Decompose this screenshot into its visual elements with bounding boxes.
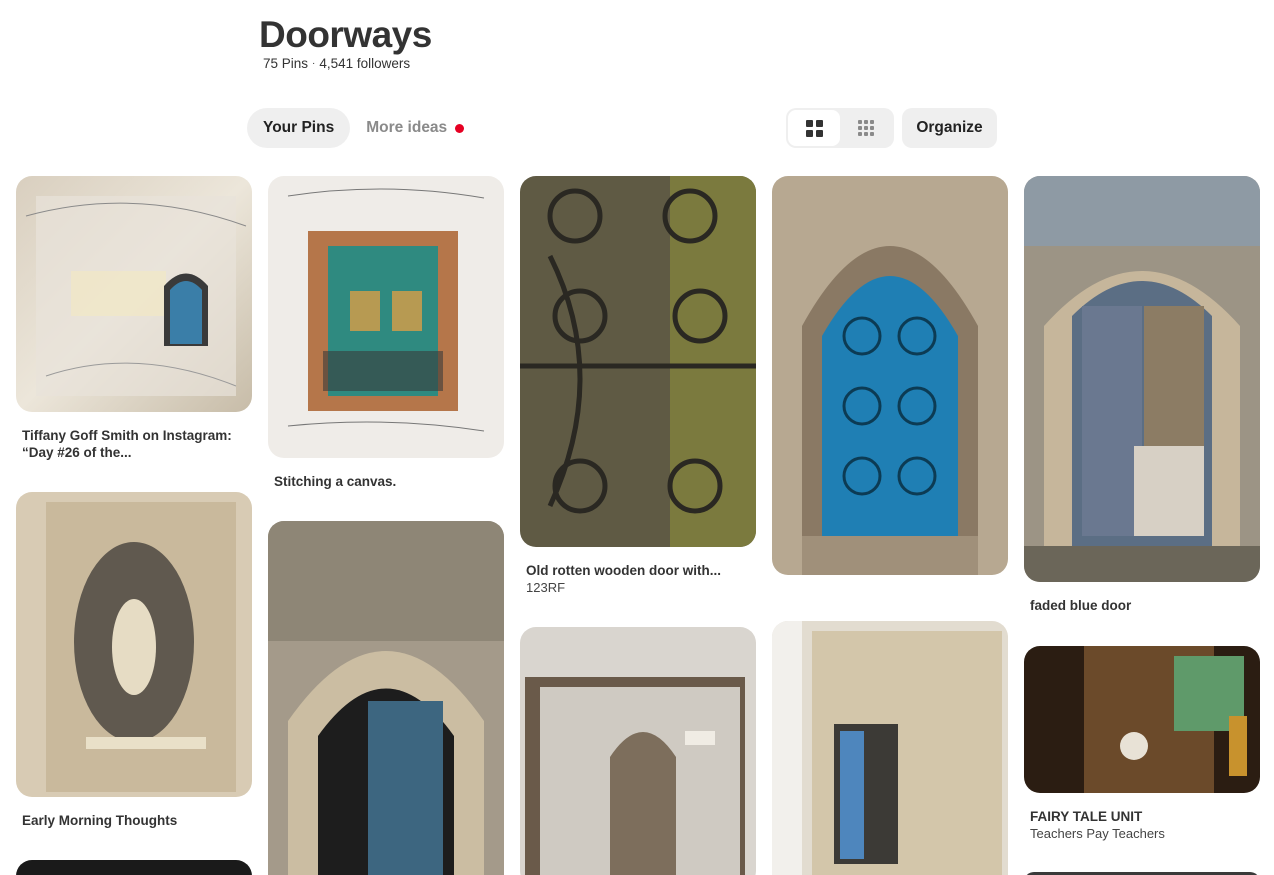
pin-image[interactable]: [772, 621, 1008, 875]
view-toggle: [786, 108, 894, 148]
board-meta: 75 Pins · 4,541 followers: [263, 56, 410, 71]
notification-dot: [455, 123, 465, 133]
pin-source[interactable]: Teachers Pay Teachers: [1024, 825, 1260, 842]
pin-card[interactable]: [772, 176, 1008, 575]
pin-image[interactable]: [520, 176, 756, 547]
pin-card[interactable]: Stitching a canvas.: [268, 176, 504, 490]
followers-count[interactable]: 4,541 followers: [319, 56, 410, 71]
tab-more-ideas[interactable]: More ideas: [350, 108, 474, 148]
pin-card[interactable]: faded blue door: [1024, 176, 1260, 614]
pin-image[interactable]: [268, 521, 504, 875]
pin-image[interactable]: [772, 176, 1008, 575]
pin-title[interactable]: Stitching a canvas.: [268, 473, 504, 490]
pin-image[interactable]: [1024, 646, 1260, 793]
organize-button[interactable]: Organize: [902, 108, 997, 148]
pin-image[interactable]: [16, 176, 252, 412]
pin-card[interactable]: [520, 627, 756, 875]
pin-card[interactable]: [268, 521, 504, 875]
compact-view-button[interactable]: [840, 110, 892, 146]
pin-title[interactable]: Old rotten wooden door with...: [520, 562, 756, 579]
tab-your-pins-label: Your Pins: [263, 119, 335, 136]
meta-separator: ·: [312, 58, 316, 69]
pin-title[interactable]: faded blue door: [1024, 597, 1260, 614]
pin-card[interactable]: Early Morning Thoughts: [16, 492, 252, 829]
pins-count: 75 Pins: [263, 56, 309, 71]
pin-title[interactable]: Tiffany Goff Smith on Instagram: “Day #2…: [16, 427, 252, 461]
pin-title[interactable]: FAIRY TALE UNIT: [1024, 808, 1260, 825]
grid-large-icon: [805, 119, 823, 137]
pin-source[interactable]: 123RF: [520, 579, 756, 596]
pin-image[interactable]: [1024, 176, 1260, 582]
pin-card[interactable]: Tiffany Goff Smith on Instagram: “Day #2…: [16, 176, 252, 461]
board-tabs: Your Pins More ideas: [247, 108, 474, 148]
pin-title[interactable]: Early Morning Thoughts: [16, 812, 252, 829]
pin-image[interactable]: [16, 860, 252, 875]
pin-card[interactable]: FAIRY TALE UNIT Teachers Pay Teachers: [1024, 646, 1260, 842]
pin-card[interactable]: [16, 860, 252, 875]
pin-card[interactable]: Old rotten wooden door with... 123RF: [520, 176, 756, 596]
pin-image[interactable]: [16, 492, 252, 797]
pin-card[interactable]: [772, 621, 1008, 875]
tab-more-ideas-label: More ideas: [366, 119, 448, 136]
default-view-button[interactable]: [788, 110, 840, 146]
grid-small-icon: [858, 120, 874, 136]
pin-image[interactable]: [268, 176, 504, 458]
board-title: Doorways: [259, 14, 432, 55]
tab-your-pins[interactable]: Your Pins: [247, 108, 351, 148]
pin-image[interactable]: [520, 627, 756, 875]
